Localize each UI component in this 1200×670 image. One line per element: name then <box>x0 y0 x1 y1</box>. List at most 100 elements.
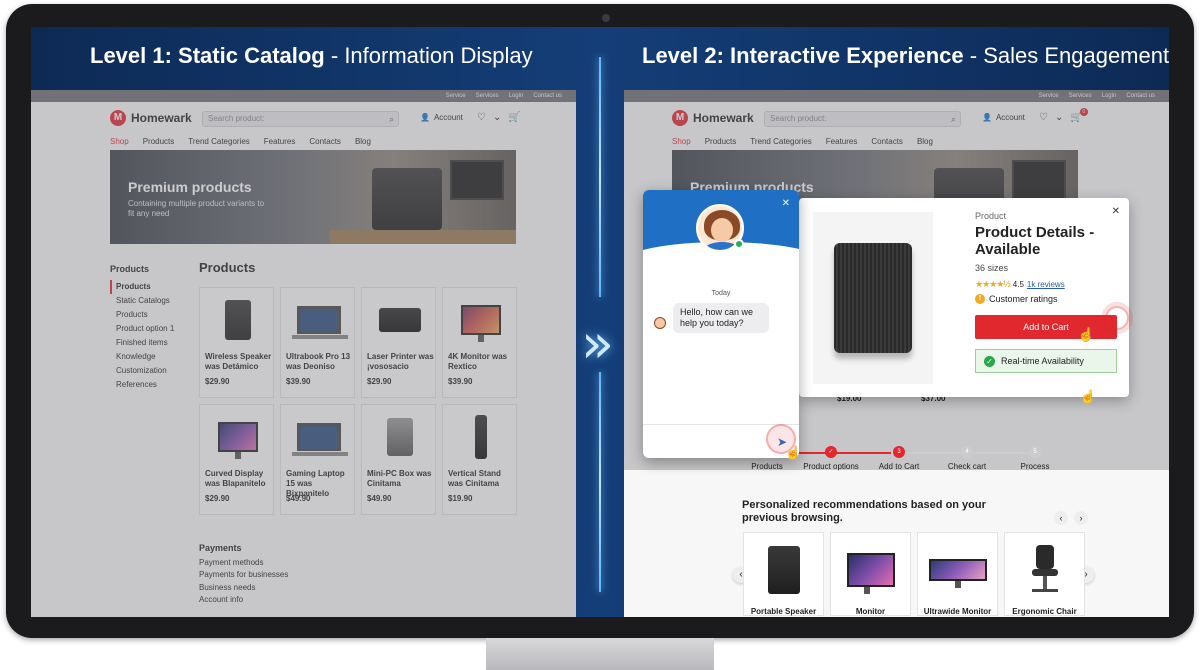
recommendation-card[interactable]: Ultrawide Monitor <box>917 532 998 616</box>
progress-step[interactable]: 3 Add to Cart <box>864 446 934 471</box>
product-card[interactable]: 4K Monitor was Rextico $39.90 <box>442 287 517 398</box>
chat-widget[interactable]: ✕ Today Hello, how can we help you today… <box>643 190 799 458</box>
sidebar-item[interactable]: References <box>110 378 190 392</box>
payments-link[interactable]: Payments for businesses <box>199 569 288 582</box>
utility-link[interactable]: Login <box>1102 93 1117 99</box>
payments-link[interactable]: Payment methods <box>199 557 288 570</box>
sidebar-item[interactable]: Finished items <box>110 336 190 350</box>
heart-icon[interactable]: ♡ <box>477 112 486 123</box>
product-card[interactable]: Curved Display was Blapanitelo $29.90 <box>199 404 274 515</box>
left-heading: Level 1: Static Catalog - Information Di… <box>90 43 533 69</box>
search-input[interactable]: Search product: ⌕ <box>202 111 399 127</box>
left-heading-separator: - <box>324 43 345 68</box>
nav-blog[interactable]: Blog <box>355 137 371 146</box>
utility-link[interactable]: Contact us <box>1126 93 1155 99</box>
monitor-stand <box>486 638 714 670</box>
step-label: Product options <box>803 462 859 471</box>
utility-link[interactable]: Service <box>446 93 466 99</box>
recommendation-card[interactable]: Portable Speaker <box>743 532 824 616</box>
nav-products[interactable]: Products <box>705 137 737 146</box>
divider-line <box>599 57 601 297</box>
utility-link[interactable]: Contact us <box>533 93 562 99</box>
search-icon[interactable]: ⌕ <box>389 112 394 126</box>
product-price: $49.90 <box>286 494 311 503</box>
heart-icon[interactable]: ♡ <box>1039 112 1048 123</box>
account-link[interactable]: 👤 Account <box>982 113 1025 122</box>
product-card[interactable]: Mini-PC Box was Cinitama $49.90 <box>361 404 436 515</box>
speaker-icon <box>834 243 912 353</box>
sidebar-item[interactable]: Customization <box>110 364 190 378</box>
utility-link[interactable]: Services <box>476 93 499 99</box>
account-link[interactable]: 👤 Account <box>420 113 463 122</box>
right-heading: Level 2: Interactive Experience - Sales … <box>642 43 1169 69</box>
search-placeholder: Search product: <box>208 114 265 123</box>
search-placeholder: Search product: <box>770 114 827 123</box>
nav-blog[interactable]: Blog <box>917 137 933 146</box>
right-heading-bold: Level 2: Interactive Experience <box>642 43 964 68</box>
close-icon[interactable]: ✕ <box>782 198 790 209</box>
nav-trend-categories[interactable]: Trend Categories <box>750 137 812 146</box>
nav-features[interactable]: Features <box>264 137 296 146</box>
search-icon[interactable]: ⌕ <box>951 112 956 126</box>
nav-shop[interactable]: Shop <box>672 137 691 146</box>
search-input[interactable]: Search product: ⌕ <box>764 111 961 127</box>
progress-step[interactable]: 4 Check cart <box>932 446 1002 471</box>
product-card[interactable]: Gaming Laptop 15 was Bixpanitelo $49.90 <box>280 404 355 515</box>
brand-logo[interactable]: M Homewark <box>672 110 754 126</box>
nav-trend-categories[interactable]: Trend Categories <box>188 137 250 146</box>
nav-products[interactable]: Products <box>143 137 175 146</box>
speaker-icon <box>767 546 800 594</box>
product-price: $49.90 <box>367 494 392 503</box>
check-circle-icon: ✓ <box>984 355 995 367</box>
sidebar-item[interactable]: Products <box>110 280 190 294</box>
reviews-link[interactable]: 1k reviews <box>1027 280 1065 289</box>
product-card[interactable]: Ultrabook Pro 13 was Deoniso $39.90 <box>280 287 355 398</box>
brand-logo[interactable]: M Homewark <box>110 110 192 126</box>
utility-link[interactable]: Services <box>1069 93 1092 99</box>
cart-icon[interactable]: 🛒 <box>508 112 520 123</box>
availability-label: Real-time Availability <box>1001 356 1084 366</box>
product-price: $19.90 <box>448 494 473 503</box>
payments-link[interactable]: Business needs <box>199 582 288 595</box>
chevron-down-icon[interactable]: ⌄ <box>1055 112 1063 123</box>
add-to-cart-button[interactable]: Add to Cart <box>975 315 1117 339</box>
product-card[interactable]: Laser Printer was ¡vososacio $29.90 <box>361 287 436 398</box>
utility-link[interactable]: Login <box>509 93 524 99</box>
progress-step[interactable]: 5 Process <box>1000 446 1070 471</box>
divider-line <box>599 372 601 592</box>
progress-step[interactable]: ✓ Product options <box>796 446 866 471</box>
recommendation-name: Ergonomic Chair <box>1012 607 1077 616</box>
recommendation-card[interactable]: Ergonomic Chair <box>1004 532 1085 616</box>
header-icons: ♡ ⌄ 🛒 0 <box>1039 108 1088 123</box>
recommendation-card[interactable]: Monitor <box>830 532 911 616</box>
chevron-right-icon[interactable]: › <box>1074 511 1088 525</box>
recommendations-title: Personalized recommendations based on yo… <box>742 499 986 524</box>
chat-message: Hello, how can we help you today? <box>673 303 769 333</box>
cart-icon[interactable]: 🛒 0 <box>1070 108 1088 123</box>
sidebar-item[interactable]: Static Catalogs <box>110 294 190 308</box>
close-icon[interactable]: ✕ <box>1112 206 1120 217</box>
sidebar-item[interactable]: Knowledge <box>110 350 190 364</box>
step-dot: 5 <box>1029 446 1041 458</box>
product-card[interactable]: Wireless Speaker was Detámico $29.90 <box>199 287 274 398</box>
recommendations-pager: ‹ › <box>1054 511 1088 525</box>
step-dot: 4 <box>961 446 973 458</box>
main-nav: Shop Products Trend Categories Features Cont… <box>110 137 371 146</box>
product-price: $39.90 <box>448 377 473 386</box>
sidebar-item[interactable]: Product option 1 <box>110 322 190 336</box>
product-card[interactable]: Vertical Stand was Cinitama $19.90 <box>442 404 517 515</box>
rating-value: 4.5 <box>1012 280 1024 289</box>
chevron-left-icon[interactable]: ‹ <box>1054 511 1068 525</box>
nav-shop[interactable]: Shop <box>110 137 129 146</box>
nav-contacts[interactable]: Contacts <box>309 137 341 146</box>
utility-link[interactable]: Service <box>1039 93 1059 99</box>
monitor-image <box>1012 160 1066 200</box>
payments-link[interactable]: Account info <box>199 594 288 607</box>
user-icon: 👤 <box>420 113 430 122</box>
hero-banner[interactable]: Premium products Containing multiple pro… <box>110 150 516 244</box>
nav-contacts[interactable]: Contacts <box>871 137 903 146</box>
sidebar-item[interactable]: Products <box>110 308 190 322</box>
chevron-down-icon[interactable]: ⌄ <box>493 112 501 123</box>
nav-features[interactable]: Features <box>826 137 858 146</box>
step-dot: 3 <box>893 446 905 458</box>
